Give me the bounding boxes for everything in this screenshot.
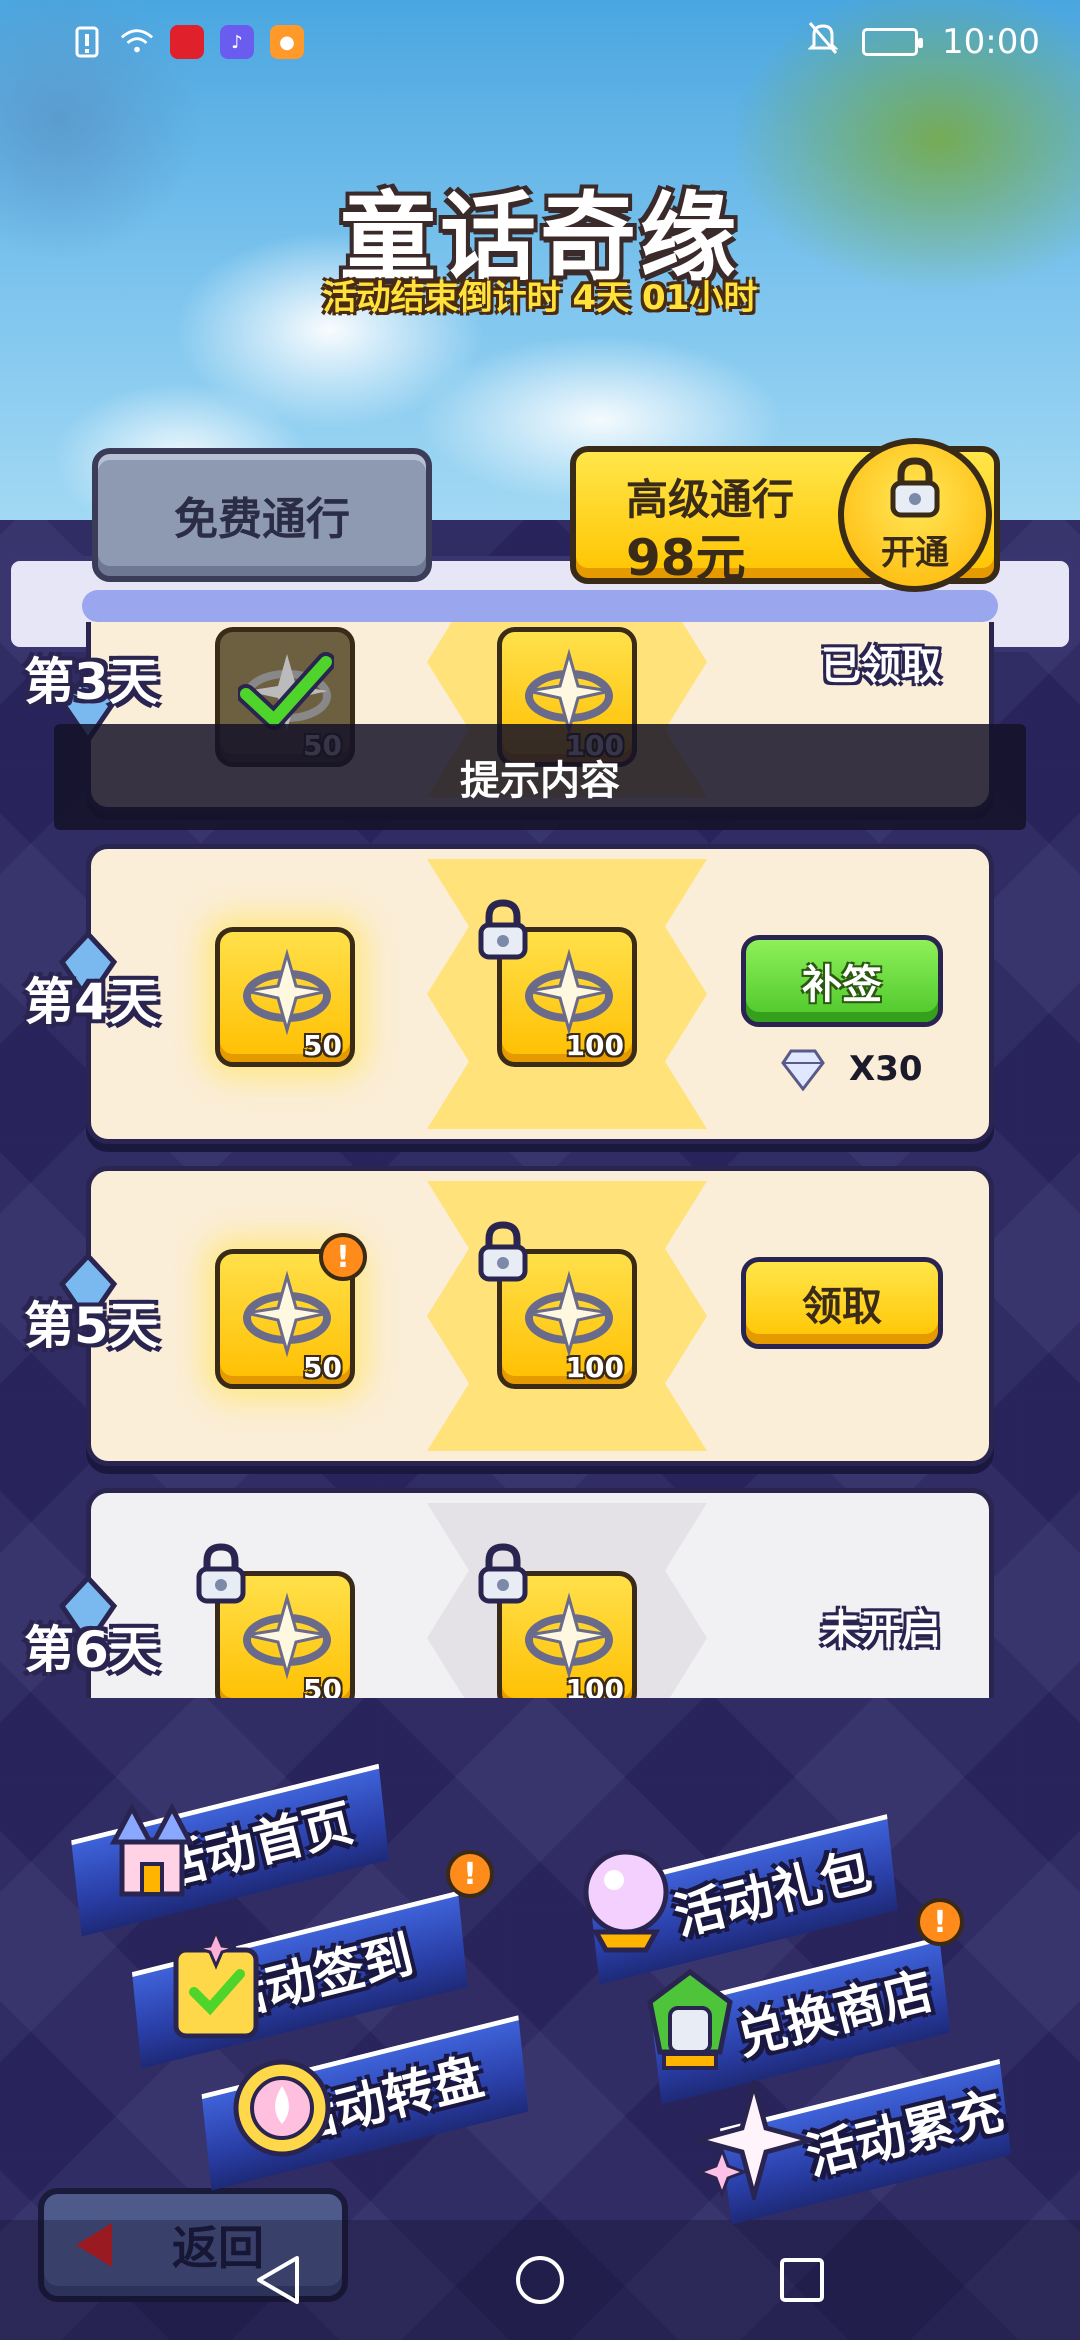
game-app-icon: ● xyxy=(270,25,304,59)
reward-qty: 50 xyxy=(303,1029,342,1062)
nav-home-icon[interactable] xyxy=(514,2254,566,2306)
wifi-icon xyxy=(120,25,154,59)
shop-alert-badge: ! xyxy=(916,1898,964,1946)
star-crystal-icon xyxy=(243,1592,331,1680)
progress-track xyxy=(82,590,998,622)
star-crystal-icon xyxy=(525,1592,613,1680)
claimed-status: 已领取 xyxy=(821,643,941,689)
claim-button[interactable]: 领取 xyxy=(741,1257,943,1349)
clock-time: 10:00 xyxy=(942,22,1040,62)
status-bar: ♪ ● 10:00 xyxy=(0,0,1080,84)
shop-trophy-icon xyxy=(647,1968,733,2070)
nav-recents-icon[interactable] xyxy=(776,2254,828,2306)
star-crystal-icon xyxy=(525,1270,613,1358)
star-crystal-icon xyxy=(525,948,613,1036)
music-app-icon: ♪ xyxy=(220,25,254,59)
reward-qty: 100 xyxy=(565,1029,624,1062)
reward-row-day-5: 50 ! 100 领取 xyxy=(86,1166,994,1466)
battery-icon xyxy=(862,28,924,56)
reward-row-day-4: 50 100 补签 X30 xyxy=(86,844,994,1144)
day-label: 第6天 xyxy=(24,1621,159,1679)
not-open-status: 未开启 xyxy=(821,1607,941,1653)
claimed-check-icon xyxy=(238,652,334,730)
lock-icon xyxy=(478,1221,528,1282)
signin-alert-badge: ! xyxy=(446,1850,494,1898)
reward-qty: 50 xyxy=(303,1351,342,1384)
star-crystal-icon xyxy=(243,948,331,1036)
free-reward-item[interactable]: 50 xyxy=(215,927,355,1067)
reward-row-day-6: 50 100 未开启 xyxy=(86,1488,994,1698)
star-crystal-icon xyxy=(525,648,613,736)
alert-badge: ! xyxy=(319,1233,367,1281)
unlock-premium-button[interactable]: 开通 xyxy=(838,438,992,592)
nav-back-icon[interactable] xyxy=(252,2254,304,2306)
event-countdown: 活动结束倒计时 4天 01小时 xyxy=(322,278,758,318)
free-pass-tab[interactable]: 免费通行 xyxy=(92,448,432,582)
reward-qty: 50 xyxy=(303,1673,342,1698)
lock-icon xyxy=(478,1543,528,1604)
castle-icon xyxy=(109,1802,195,1897)
sparkle-star-icon xyxy=(694,2080,814,2200)
system-nav-bar xyxy=(0,2220,1080,2340)
day-label: 第4天 xyxy=(24,973,159,1031)
lock-icon xyxy=(478,899,528,960)
reward-qty: 100 xyxy=(565,1351,624,1384)
star-crystal-icon xyxy=(243,1270,331,1358)
lock-icon xyxy=(196,1543,246,1604)
crystal-ball-icon xyxy=(583,1849,669,1953)
unlock-label: 开通 xyxy=(881,532,949,573)
wheel-icon xyxy=(233,2059,331,2157)
premium-pass-price: 98元 xyxy=(626,529,746,587)
huawei-app-icon xyxy=(170,25,204,59)
alert-icon xyxy=(70,25,104,59)
lock-icon xyxy=(890,456,940,517)
clipboard-check-icon xyxy=(173,1928,259,2039)
day-label: 第5天 xyxy=(24,1297,159,1355)
reward-qty: 100 xyxy=(565,1673,624,1698)
make-up-cost: X30 xyxy=(781,1047,923,1091)
day-label: 第3天 xyxy=(24,653,159,711)
cost-qty: X30 xyxy=(849,1049,923,1089)
mute-icon xyxy=(807,21,839,64)
hint-tooltip: 提示内容 xyxy=(54,724,1026,830)
diamond-icon xyxy=(781,1049,825,1091)
make-up-signin-button[interactable]: 补签 xyxy=(741,935,943,1027)
